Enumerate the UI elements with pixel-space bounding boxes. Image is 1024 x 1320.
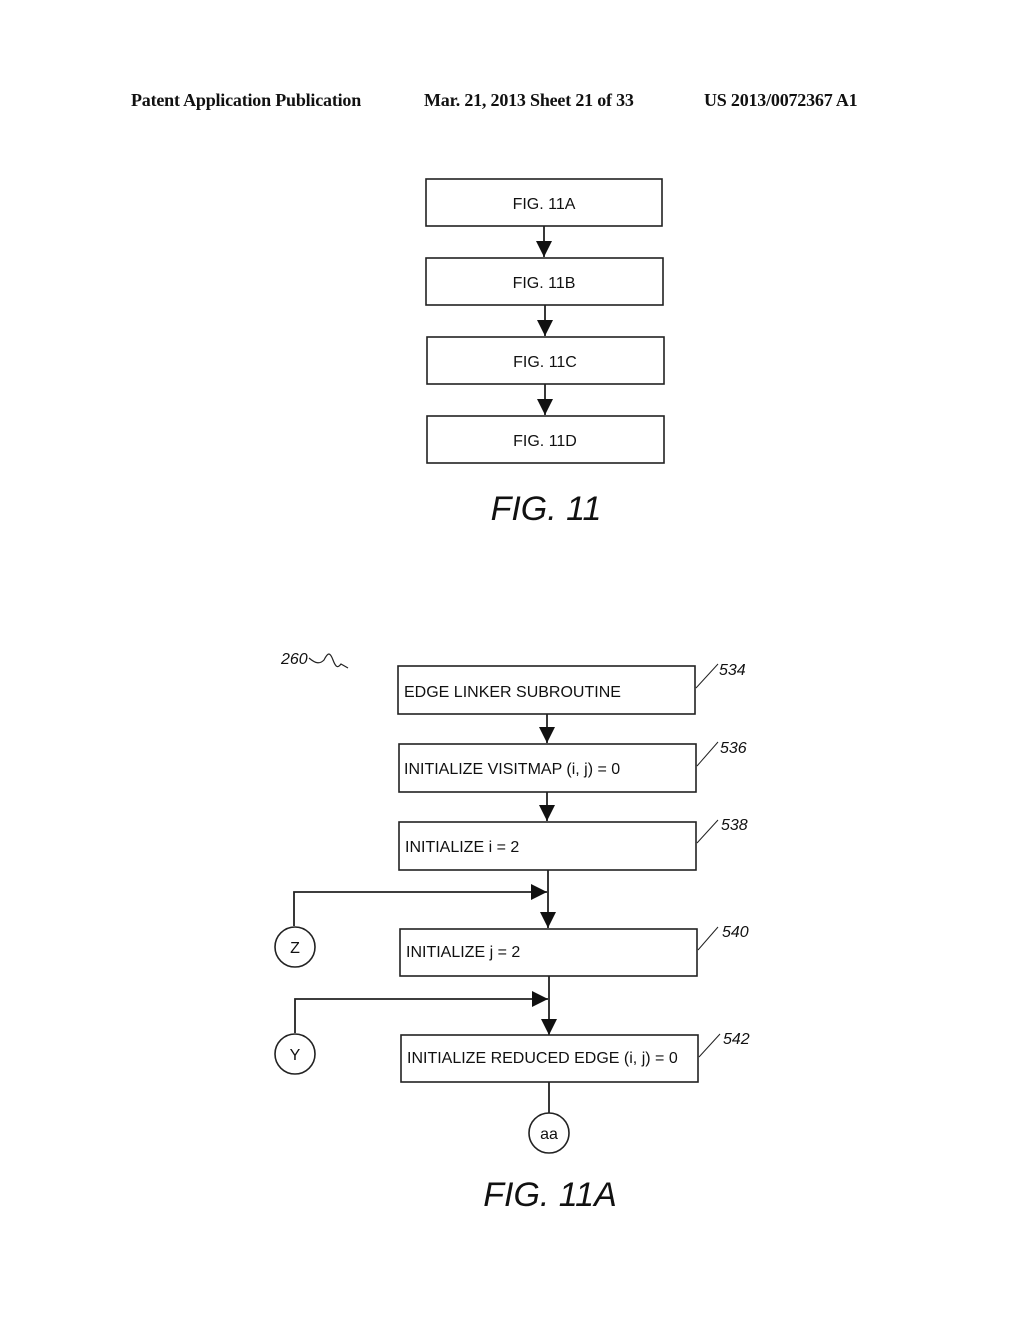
ref-260-label: 260 [280,651,308,668]
step-538: INITIALIZE i = 2 538 [398,817,748,871]
step-534: EDGE LINKER SUBROUTINE 534 [397,662,746,715]
diagram-canvas: FIG. 11A FIG. 11B FIG. 11C FIG. 11D FIG.… [274,178,750,1214]
connector-y: Y [274,1033,316,1075]
fig11-box-c-label: FIG. 11C [513,354,577,371]
step-536-label: INITIALIZE VISITMAP (i, j) = 0 [404,761,620,778]
ref-542: 542 [723,1031,750,1048]
fig11-box-a-label: FIG. 11A [513,196,576,213]
step-542-label: INITIALIZE REDUCED EDGE (i, j) = 0 [407,1050,678,1067]
step-542: INITIALIZE REDUCED EDGE (i, j) = 0 542 [400,1031,750,1083]
step-534-label: EDGE LINKER SUBROUTINE [404,684,621,701]
connector-y-label: Y [290,1047,301,1064]
fig11-box-d-label: FIG. 11D [513,433,577,450]
connector-aa: aa [528,1112,570,1154]
ref-538: 538 [721,817,748,834]
connector-z-label: Z [290,940,300,957]
fig11-caption: FIG. 11 [491,490,602,528]
connector-z: Z [274,926,316,968]
fig11-box-c: FIG. 11C [426,336,665,385]
fig11a-flowchart: 260 EDGE LINKER SUBROUTINE 534 INITIALIZ… [274,651,750,1214]
fig11-box-b: FIG. 11B [425,257,664,306]
connector-aa-label: aa [540,1126,558,1143]
ref-540: 540 [722,924,749,941]
step-538-label: INITIALIZE i = 2 [405,839,519,856]
fig11a-caption: FIG. 11A [483,1176,617,1214]
fig11-box-d: FIG. 11D [426,415,665,464]
step-540-label: INITIALIZE j = 2 [406,944,520,961]
ref-534: 534 [719,662,746,679]
loop-y-line [294,990,548,1033]
loop-z-line [293,883,547,926]
ref-260-squiggle [308,653,349,669]
step-540: INITIALIZE j = 2 540 [399,924,749,977]
fig11-overview: FIG. 11A FIG. 11B FIG. 11C FIG. 11D FIG.… [425,178,665,528]
fig11-box-b-label: FIG. 11B [513,275,576,292]
fig11-box-a: FIG. 11A [425,178,663,227]
step-536: INITIALIZE VISITMAP (i, j) = 0 536 [398,740,747,793]
ref-536: 536 [720,740,747,757]
